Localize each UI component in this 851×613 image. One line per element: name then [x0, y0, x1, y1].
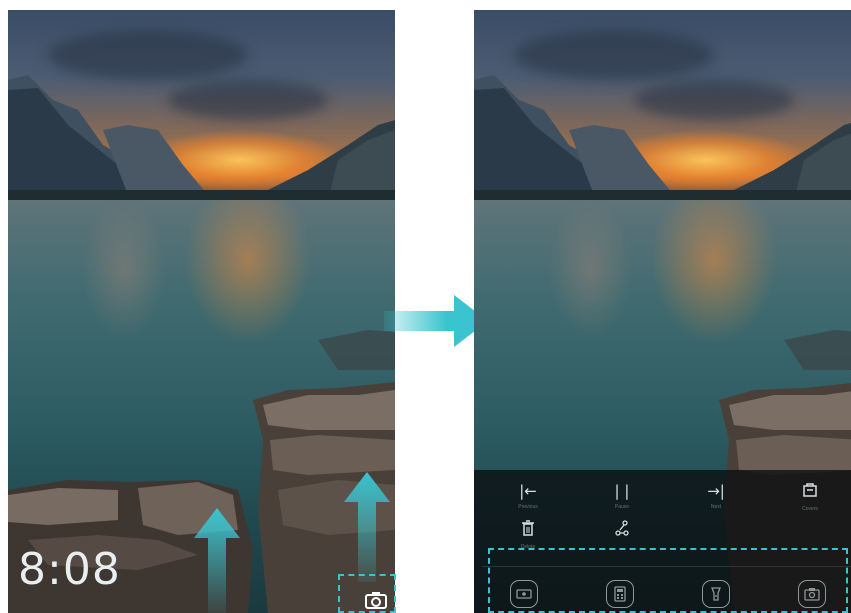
arrow-up-icon — [344, 472, 390, 587]
camera-highlight-box — [338, 574, 396, 613]
delete-icon — [508, 520, 548, 540]
covers-button[interactable]: Covers — [790, 482, 830, 512]
lock-screen-after: |← Previous | | Pause →| Next Covers Del… — [474, 10, 851, 613]
covers-icon — [790, 482, 830, 502]
previous-icon: |← — [519, 482, 537, 500]
next-icon: →| — [707, 482, 725, 500]
share-button[interactable] — [602, 520, 642, 540]
pause-button[interactable]: | | Pause — [602, 482, 642, 510]
shortcuts-highlight-box — [488, 548, 848, 613]
share-icon — [602, 520, 642, 540]
pause-icon: | | — [614, 482, 630, 500]
next-button[interactable]: →| Next — [696, 482, 736, 510]
lock-screen-before: 8:08 — [8, 10, 395, 613]
lock-screen-clock: 8:08 — [18, 544, 121, 595]
delete-button[interactable]: Delete — [508, 520, 548, 550]
previous-button[interactable]: |← Previous — [508, 482, 548, 510]
arrow-up-icon — [194, 508, 240, 613]
